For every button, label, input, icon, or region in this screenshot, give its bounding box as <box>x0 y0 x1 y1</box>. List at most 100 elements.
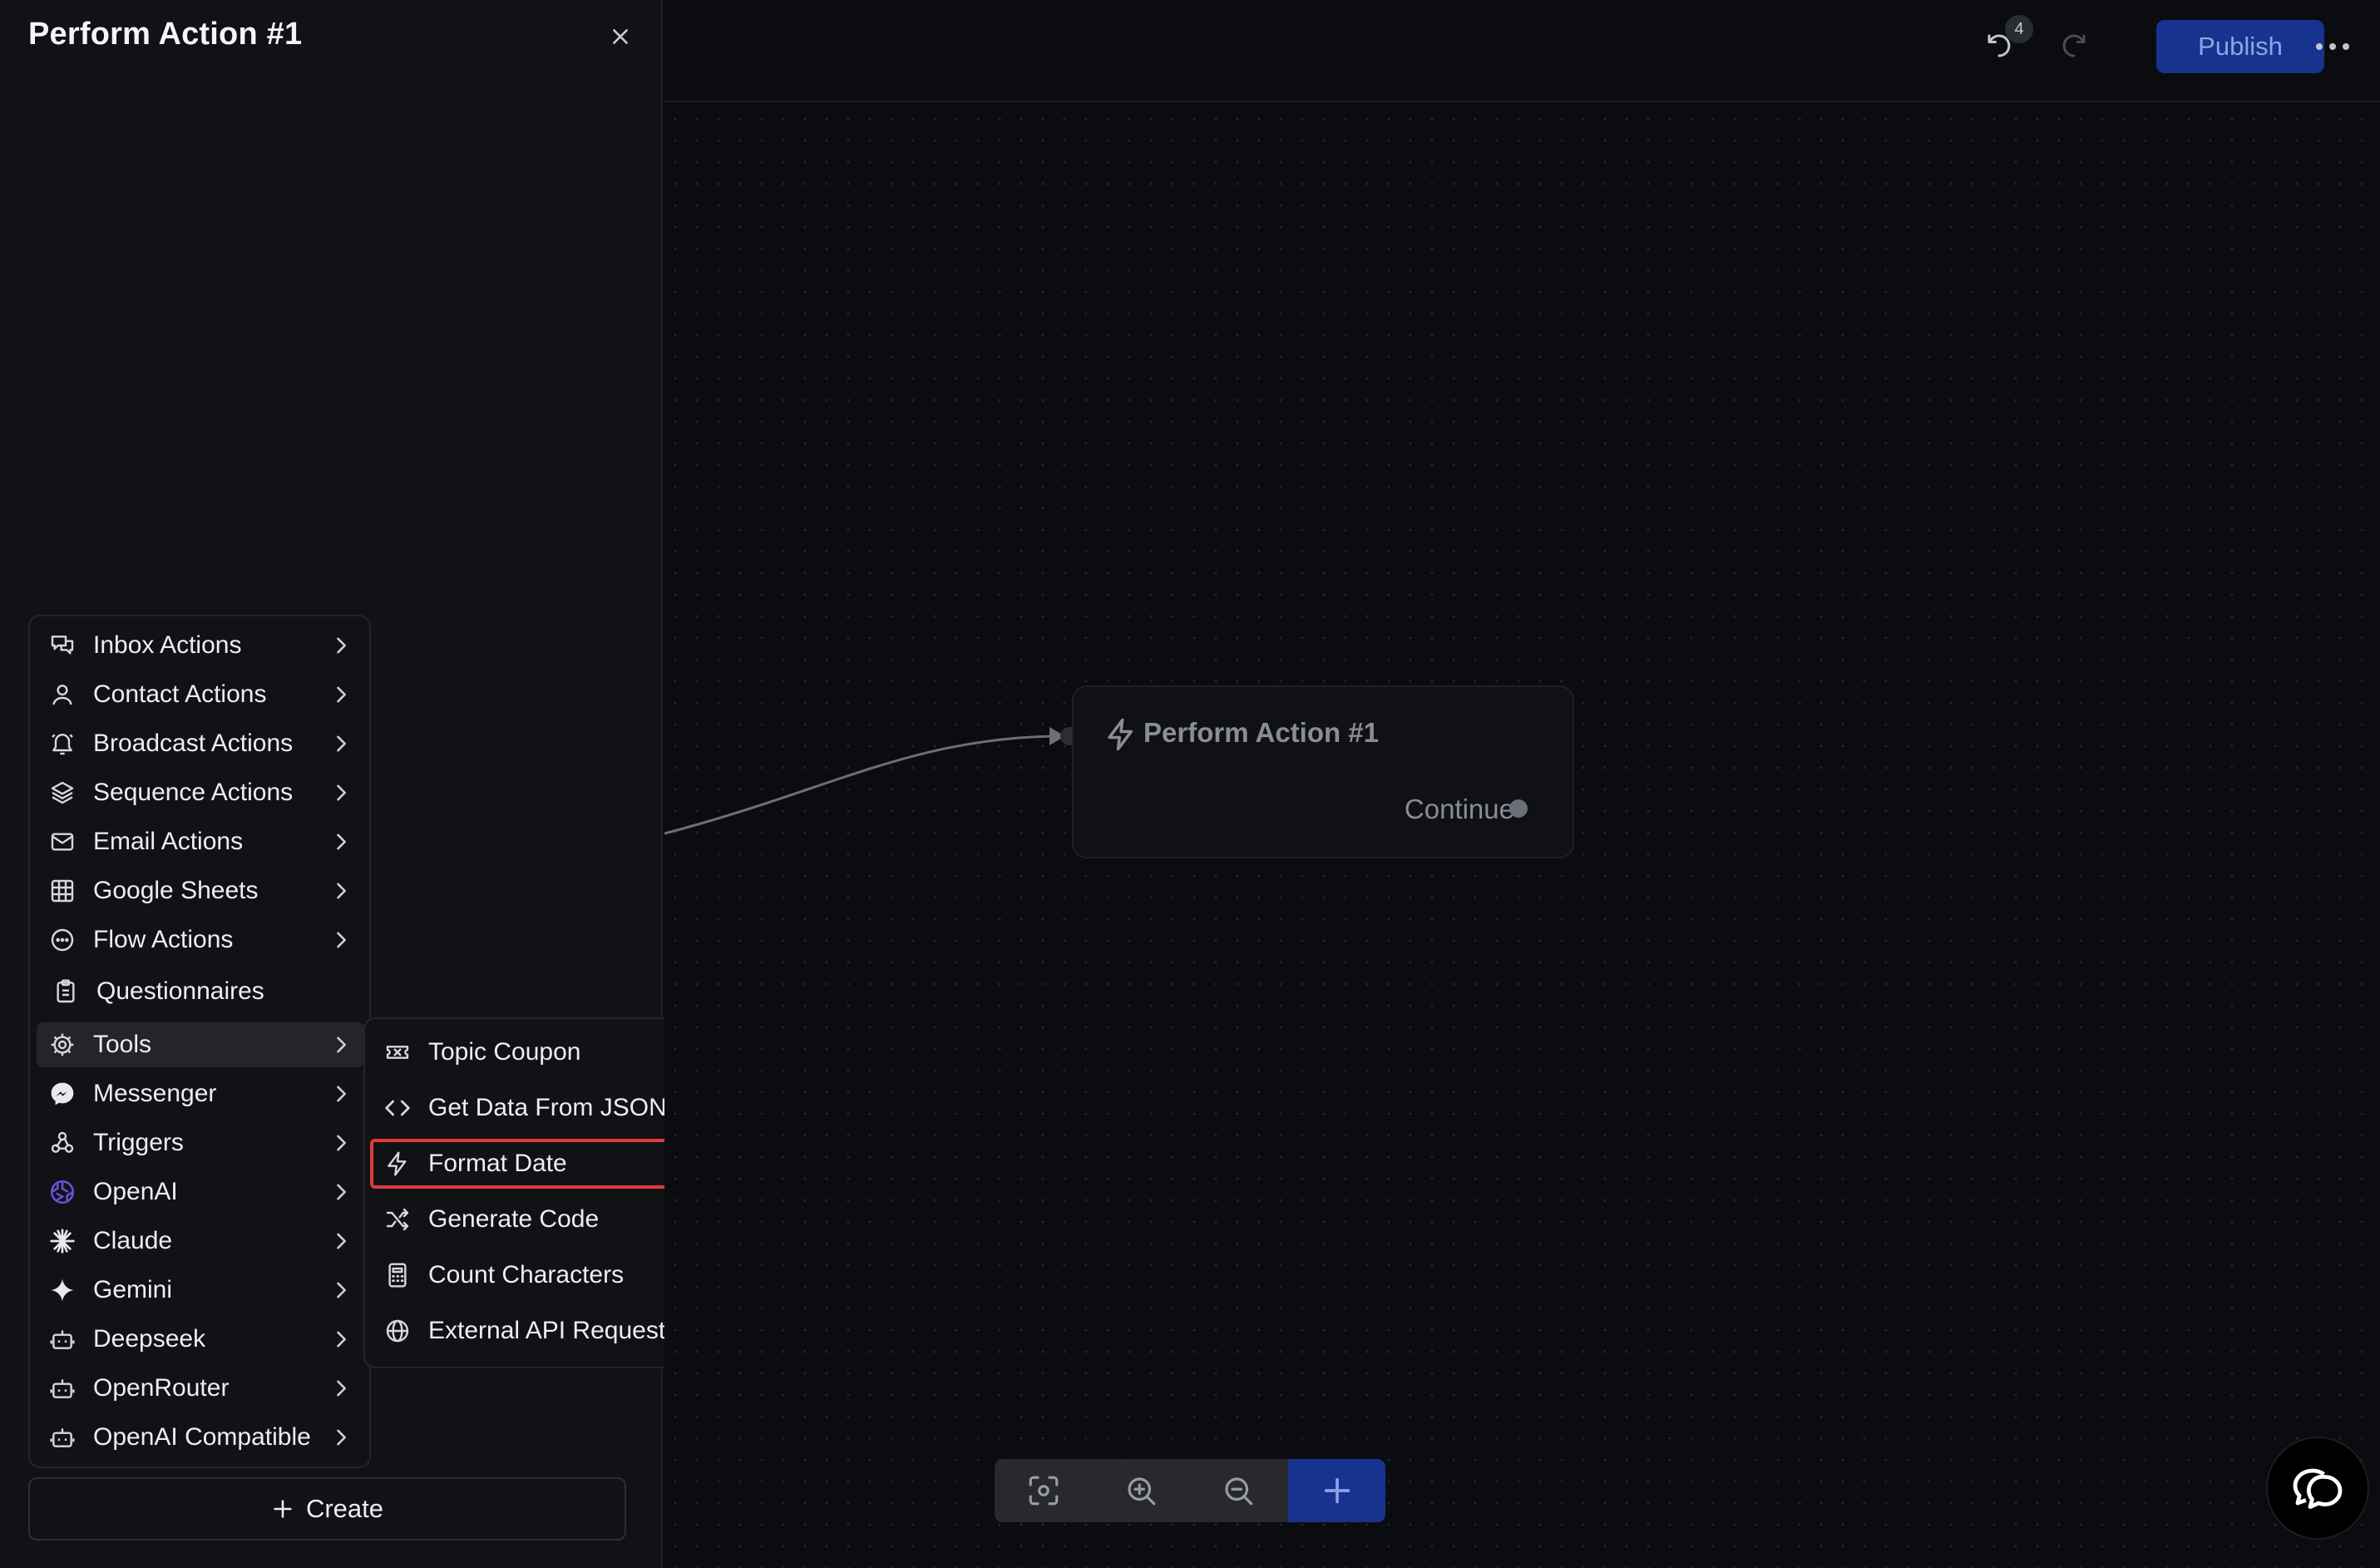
more-options-button[interactable] <box>2309 28 2356 65</box>
claude-icon <box>48 1227 77 1255</box>
menu-item-label: OpenRouter <box>93 1374 230 1402</box>
create-button-label: Create <box>305 1494 384 1523</box>
submenu-item-generate-code[interactable]: Generate Code <box>370 1195 685 1244</box>
chevron-right-icon <box>337 1380 346 1397</box>
menu-item-deepseek[interactable]: Deepseek <box>37 1317 364 1362</box>
zoom-in-button[interactable] <box>1092 1459 1189 1522</box>
menu-item-claude[interactable]: Claude <box>37 1219 364 1264</box>
menu-item-label: Broadcast Actions <box>93 730 294 757</box>
menu-item-label: Claude <box>93 1227 173 1254</box>
redo-button[interactable] <box>2053 25 2095 67</box>
submenu-item-label: Count Characters <box>428 1261 625 1289</box>
gemini-icon <box>48 1276 77 1304</box>
chevron-right-icon <box>337 1233 346 1249</box>
messenger-icon <box>48 1080 77 1108</box>
chevron-right-icon <box>337 1086 346 1102</box>
bot-icon <box>48 1374 77 1402</box>
submenu-item-topic-coupon[interactable]: Topic Coupon <box>370 1027 685 1077</box>
submenu-item-external-api-request[interactable]: External API Request <box>370 1306 685 1356</box>
chevron-right-icon <box>337 637 346 654</box>
ticket-icon <box>383 1038 412 1066</box>
bell-icon <box>48 730 77 758</box>
menu-item-questionnaires[interactable]: Questionnaires <box>37 969 364 1014</box>
canvas-controls <box>995 1459 1385 1522</box>
chevron-right-icon <box>337 735 346 752</box>
menu-item-label: OpenAI <box>93 1178 178 1205</box>
panel-title: Perform Action #1 <box>28 17 303 52</box>
submenu-item-label: Format Date <box>428 1150 567 1177</box>
table-icon <box>48 877 77 905</box>
menu-item-label: Inbox Actions <box>93 631 242 659</box>
lightning-icon <box>383 1150 412 1178</box>
action-category-menu: Inbox Actions Contact Actions Broadcast … <box>28 615 371 1468</box>
shuffle-icon <box>383 1205 412 1234</box>
mail-icon <box>48 828 77 856</box>
chevron-right-icon <box>337 1135 346 1151</box>
menu-item-gemini[interactable]: Gemini <box>37 1268 364 1313</box>
menu-item-label: Email Actions <box>93 828 244 855</box>
submenu-item-label: Get Data From JSON <box>428 1094 667 1121</box>
chevron-right-icon <box>337 1036 346 1053</box>
menu-item-openrouter[interactable]: OpenRouter <box>37 1366 364 1411</box>
flow-node-perform-action[interactable]: Perform Action #1 Continue <box>1072 685 1574 858</box>
chevron-right-icon <box>337 883 346 899</box>
menu-item-label: Contact Actions <box>93 680 267 708</box>
submenu-item-format-date[interactable]: Format Date <box>370 1139 685 1189</box>
menu-item-flow-actions[interactable]: Flow Actions <box>37 918 364 962</box>
zoom-out-button[interactable] <box>1189 1459 1286 1522</box>
menu-item-contact-actions[interactable]: Contact Actions <box>37 672 364 717</box>
chevron-right-icon <box>337 1331 346 1348</box>
menu-item-sequence-actions[interactable]: Sequence Actions <box>37 770 364 815</box>
chat-bubbles-icon <box>48 631 77 660</box>
connection-edge[interactable] <box>664 0 1097 857</box>
calculator-icon <box>383 1261 412 1289</box>
submenu-item-get-data-from-json[interactable]: Get Data From JSON <box>370 1083 685 1133</box>
flow-canvas[interactable]: 4 Publish Perform Action #1 Continue <box>664 0 2380 1568</box>
close-icon <box>613 29 628 44</box>
menu-item-label: Tools <box>93 1031 152 1058</box>
publish-button[interactable]: Publish <box>2156 20 2324 73</box>
menu-item-inbox-actions[interactable]: Inbox Actions <box>37 623 364 668</box>
redo-icon <box>2062 34 2086 57</box>
menu-item-label: Google Sheets <box>93 877 259 904</box>
plus-icon <box>1324 1477 1350 1504</box>
chevron-right-icon <box>337 833 346 850</box>
menu-item-messenger[interactable]: Messenger <box>37 1071 364 1116</box>
focus-icon <box>1029 1476 1058 1506</box>
fit-view-button[interactable] <box>995 1459 1092 1522</box>
node-output-port[interactable] <box>1509 799 1528 818</box>
support-chat-button[interactable] <box>2266 1437 2369 1540</box>
submenu-item-label: External API Request <box>428 1317 666 1344</box>
zoom-out-icon <box>1224 1477 1252 1506</box>
close-panel-button[interactable] <box>604 20 637 53</box>
menu-item-label: Messenger <box>93 1080 217 1107</box>
gear-icon <box>48 1031 77 1059</box>
bot-icon <box>48 1423 77 1452</box>
menu-item-label: OpenAI Compatible <box>93 1423 311 1451</box>
menu-item-broadcast-actions[interactable]: Broadcast Actions <box>37 721 364 766</box>
more-horizontal-icon <box>2316 43 2349 50</box>
chevron-right-icon <box>337 1282 346 1298</box>
tools-submenu: Topic Coupon Get Data From JSON Format D… <box>363 1017 690 1368</box>
menu-item-label: Deepseek <box>93 1325 206 1353</box>
code-icon <box>383 1094 412 1122</box>
menu-item-triggers[interactable]: Triggers <box>37 1120 364 1165</box>
menu-item-tools[interactable]: Tools <box>37 1022 364 1067</box>
bot-icon <box>48 1325 77 1353</box>
menu-item-openai[interactable]: OpenAI <box>37 1170 364 1214</box>
submenu-item-count-characters[interactable]: Count Characters <box>370 1250 685 1300</box>
menu-item-email-actions[interactable]: Email Actions <box>37 819 364 864</box>
node-title: Perform Action #1 <box>1143 717 1380 748</box>
menu-item-google-sheets[interactable]: Google Sheets <box>37 868 364 913</box>
menu-item-openai-compatible[interactable]: OpenAI Compatible <box>37 1415 364 1460</box>
menu-item-label: Triggers <box>93 1129 184 1156</box>
node-output-label: Continue <box>1404 794 1514 824</box>
add-node-button[interactable] <box>1288 1459 1385 1522</box>
plus-icon <box>274 1500 292 1518</box>
submenu-item-label: Generate Code <box>428 1205 600 1233</box>
chevron-right-icon <box>337 784 346 801</box>
openai-icon <box>48 1178 77 1206</box>
chevron-right-icon <box>337 932 346 948</box>
create-button[interactable]: Create <box>28 1477 626 1541</box>
chat-bubbles-icon <box>2293 1468 2343 1509</box>
